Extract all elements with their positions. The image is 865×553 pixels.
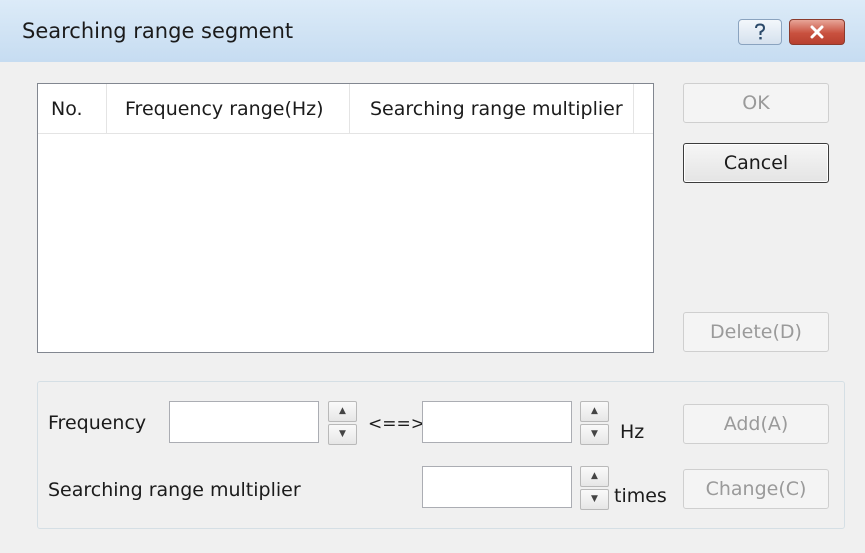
hz-unit-label: Hz [620, 421, 645, 443]
column-header-frequency-range[interactable]: Frequency range(Hz) [107, 84, 350, 133]
range-separator: <==> [368, 414, 425, 434]
spin-down-icon[interactable]: ▼ [328, 424, 357, 445]
add-button[interactable]: Add(A) [683, 404, 829, 444]
change-button[interactable]: Change(C) [683, 469, 829, 509]
frequency-label: Frequency [48, 412, 147, 434]
spin-up-icon[interactable]: ▲ [580, 401, 609, 422]
help-question-icon [755, 23, 766, 40]
spin-down-icon[interactable]: ▼ [580, 489, 609, 510]
segment-list[interactable]: No. Frequency range(Hz) Searching range … [37, 83, 654, 353]
close-button[interactable] [789, 19, 845, 45]
delete-button[interactable]: Delete(D) [683, 312, 829, 352]
multiplier-spinner[interactable]: ▲ ▼ [580, 466, 609, 510]
list-header: No. Frequency range(Hz) Searching range … [38, 84, 653, 134]
column-header-multiplier[interactable]: Searching range multiplier [350, 84, 634, 133]
spin-down-icon[interactable]: ▼ [580, 424, 609, 445]
frequency-from-input[interactable] [169, 401, 319, 443]
dialog-title: Searching range segment [22, 19, 294, 43]
dialog-window: Searching range segment No. Frequency ra… [0, 0, 865, 553]
frequency-from-spinner[interactable]: ▲ ▼ [328, 401, 357, 445]
multiplier-label: Searching range multiplier [48, 479, 301, 501]
times-unit-label: times [614, 485, 667, 507]
help-button[interactable] [738, 19, 782, 45]
spin-up-icon[interactable]: ▲ [580, 466, 609, 487]
title-bar[interactable]: Searching range segment [0, 0, 865, 63]
frequency-to-input[interactable] [422, 401, 572, 443]
column-header-no[interactable]: No. [38, 84, 107, 133]
multiplier-input[interactable] [422, 466, 572, 508]
frequency-to-spinner[interactable]: ▲ ▼ [580, 401, 609, 445]
close-x-icon [810, 25, 824, 39]
ok-button[interactable]: OK [683, 83, 829, 123]
cancel-button[interactable]: Cancel [683, 143, 829, 183]
spin-up-icon[interactable]: ▲ [328, 401, 357, 422]
